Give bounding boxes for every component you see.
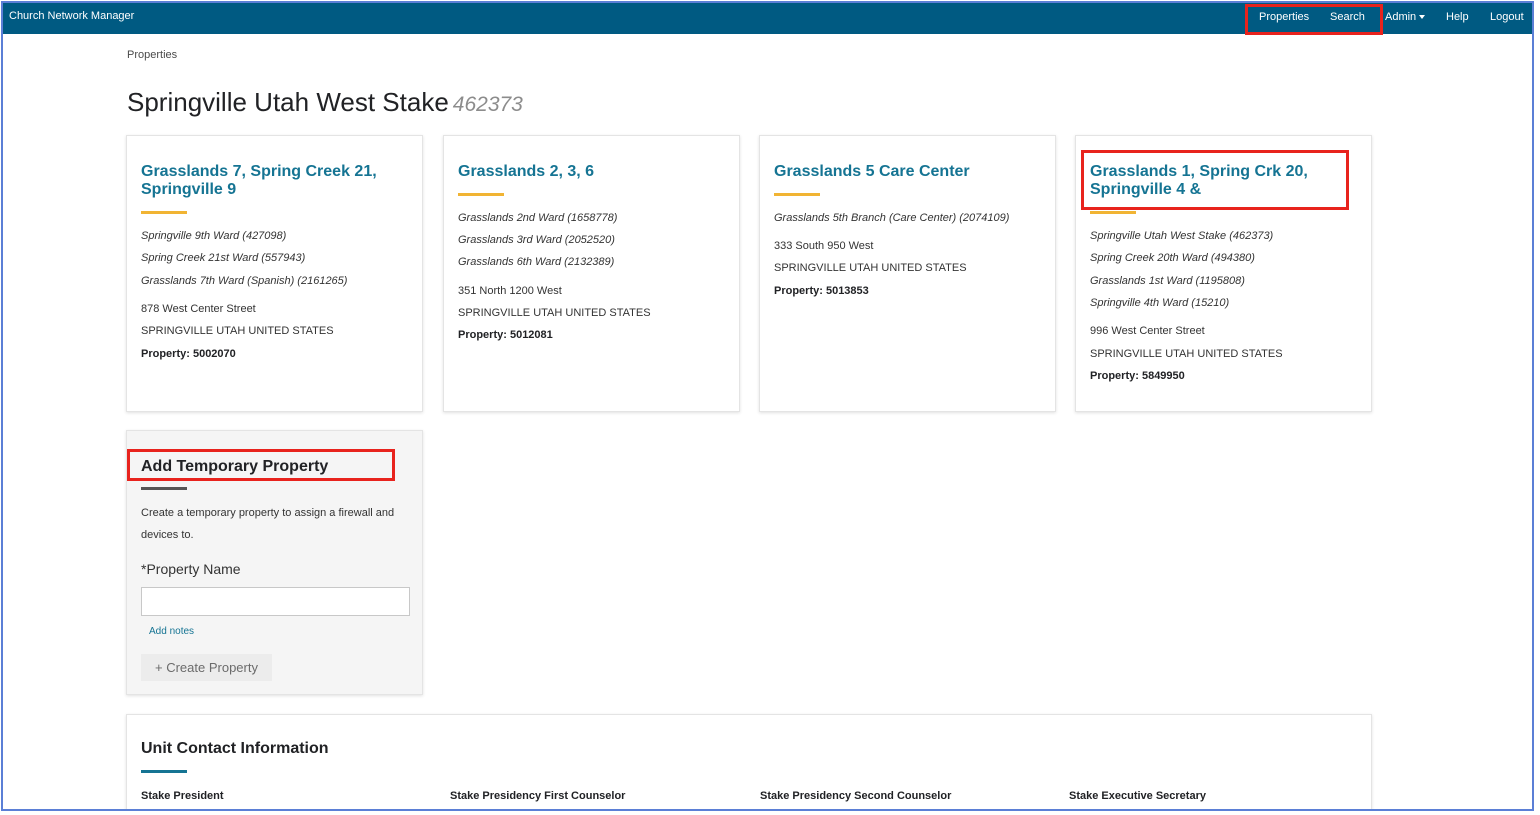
add-property-description: Create a temporary property to assign a … <box>141 507 395 541</box>
property-name-label: *Property Name <box>141 561 241 577</box>
title-underline <box>141 211 187 214</box>
property-card-title[interactable]: Grasslands 5 Care Center <box>774 163 1044 181</box>
property-number: Property: 5849950 <box>1090 370 1185 382</box>
stake-number: 462373 <box>452 93 523 116</box>
ward-item: Grasslands 7th Ward (Spanish) (2161265) <box>141 275 348 287</box>
add-temporary-property-card: Add Temporary Property Create a temporar… <box>126 430 423 695</box>
caret-down-icon <box>1419 15 1426 20</box>
city-address: SPRINGVILLE UTAH UNITED STATES <box>458 307 651 319</box>
title-underline <box>774 193 820 196</box>
city-address: SPRINGVILLE UTAH UNITED STATES <box>141 325 334 337</box>
add-notes-link[interactable]: Add notes <box>149 626 194 637</box>
ward-item: Grasslands 1st Ward (1195808) <box>1090 275 1245 287</box>
unit-contact-card: Unit Contact Information Stake President… <box>126 714 1372 809</box>
ward-item: Spring Creek 20th Ward (494380) <box>1090 252 1255 264</box>
city-address: SPRINGVILLE UTAH UNITED STATES <box>1090 348 1283 360</box>
ward-item: Springville 9th Ward (427098) <box>141 230 287 242</box>
ward-item: Grasslands 2nd Ward (1658778) <box>458 212 618 224</box>
street-address: 351 North 1200 West <box>458 285 562 297</box>
property-number: Property: 5012081 <box>458 329 553 341</box>
ward-item: Spring Creek 21st Ward (557943) <box>141 252 306 264</box>
contact-section-title: Unit Contact Information <box>141 740 329 757</box>
title-underline <box>141 487 187 490</box>
property-number: Property: 5013853 <box>774 285 869 297</box>
nav-admin-dropdown[interactable]: Admin <box>1385 11 1426 23</box>
property-card: Grasslands 2, 3, 6 Grasslands 2nd Ward (… <box>443 135 740 412</box>
create-property-button[interactable]: + Create Property <box>141 654 272 681</box>
nav-logout[interactable]: Logout <box>1490 11 1524 23</box>
nav-properties[interactable]: Properties <box>1259 11 1309 23</box>
title-underline <box>1090 211 1136 214</box>
nav-help[interactable]: Help <box>1446 11 1469 23</box>
title-underline <box>141 770 187 773</box>
property-card: Grasslands 5 Care Center Grasslands 5th … <box>759 135 1056 412</box>
property-name-input[interactable] <box>141 587 410 616</box>
street-address: 996 West Center Street <box>1090 325 1205 337</box>
app-brand[interactable]: Church Network Manager <box>9 10 134 22</box>
contact-column-header: Stake Executive Secretary <box>1069 790 1206 802</box>
page-title: Springville Utah West Stake 462373 <box>127 87 523 118</box>
street-address: 333 South 950 West <box>774 240 874 252</box>
nav-search[interactable]: Search <box>1330 11 1365 23</box>
page-title-text: Springville Utah West Stake <box>127 87 449 117</box>
contact-column-header: Stake Presidency Second Counselor <box>760 790 952 802</box>
title-underline <box>458 193 504 196</box>
ward-item: Grasslands 6th Ward (2132389) <box>458 256 615 268</box>
top-navbar: Church Network Manager Properties Search… <box>3 3 1532 34</box>
app-window: Church Network Manager Properties Search… <box>1 1 1534 811</box>
property-number: Property: 5002070 <box>141 348 236 360</box>
ward-item: Springville 4th Ward (15210) <box>1090 297 1230 309</box>
property-card: Grasslands 1, Spring Crk 20, Springville… <box>1075 135 1372 412</box>
nav-admin-label: Admin <box>1385 11 1417 23</box>
add-property-title: Add Temporary Property <box>141 458 329 475</box>
ward-item: Springville Utah West Stake (462373) <box>1090 230 1274 242</box>
street-address: 878 West Center Street <box>141 303 256 315</box>
property-card-title[interactable]: Grasslands 2, 3, 6 <box>458 163 728 181</box>
breadcrumb[interactable]: Properties <box>127 49 177 61</box>
property-card-title[interactable]: Grasslands 1, Spring Crk 20, Springville… <box>1090 163 1360 199</box>
ward-item: Grasslands 3rd Ward (2052520) <box>458 234 615 246</box>
ward-item: Grasslands 5th Branch (Care Center) (207… <box>774 212 1010 224</box>
property-card-title[interactable]: Grasslands 7, Spring Creek 21, Springvil… <box>141 163 411 199</box>
city-address: SPRINGVILLE UTAH UNITED STATES <box>774 262 967 274</box>
property-card: Grasslands 7, Spring Creek 21, Springvil… <box>126 135 423 412</box>
contact-column-header: Stake President <box>141 790 224 802</box>
contact-column-header: Stake Presidency First Counselor <box>450 790 626 802</box>
